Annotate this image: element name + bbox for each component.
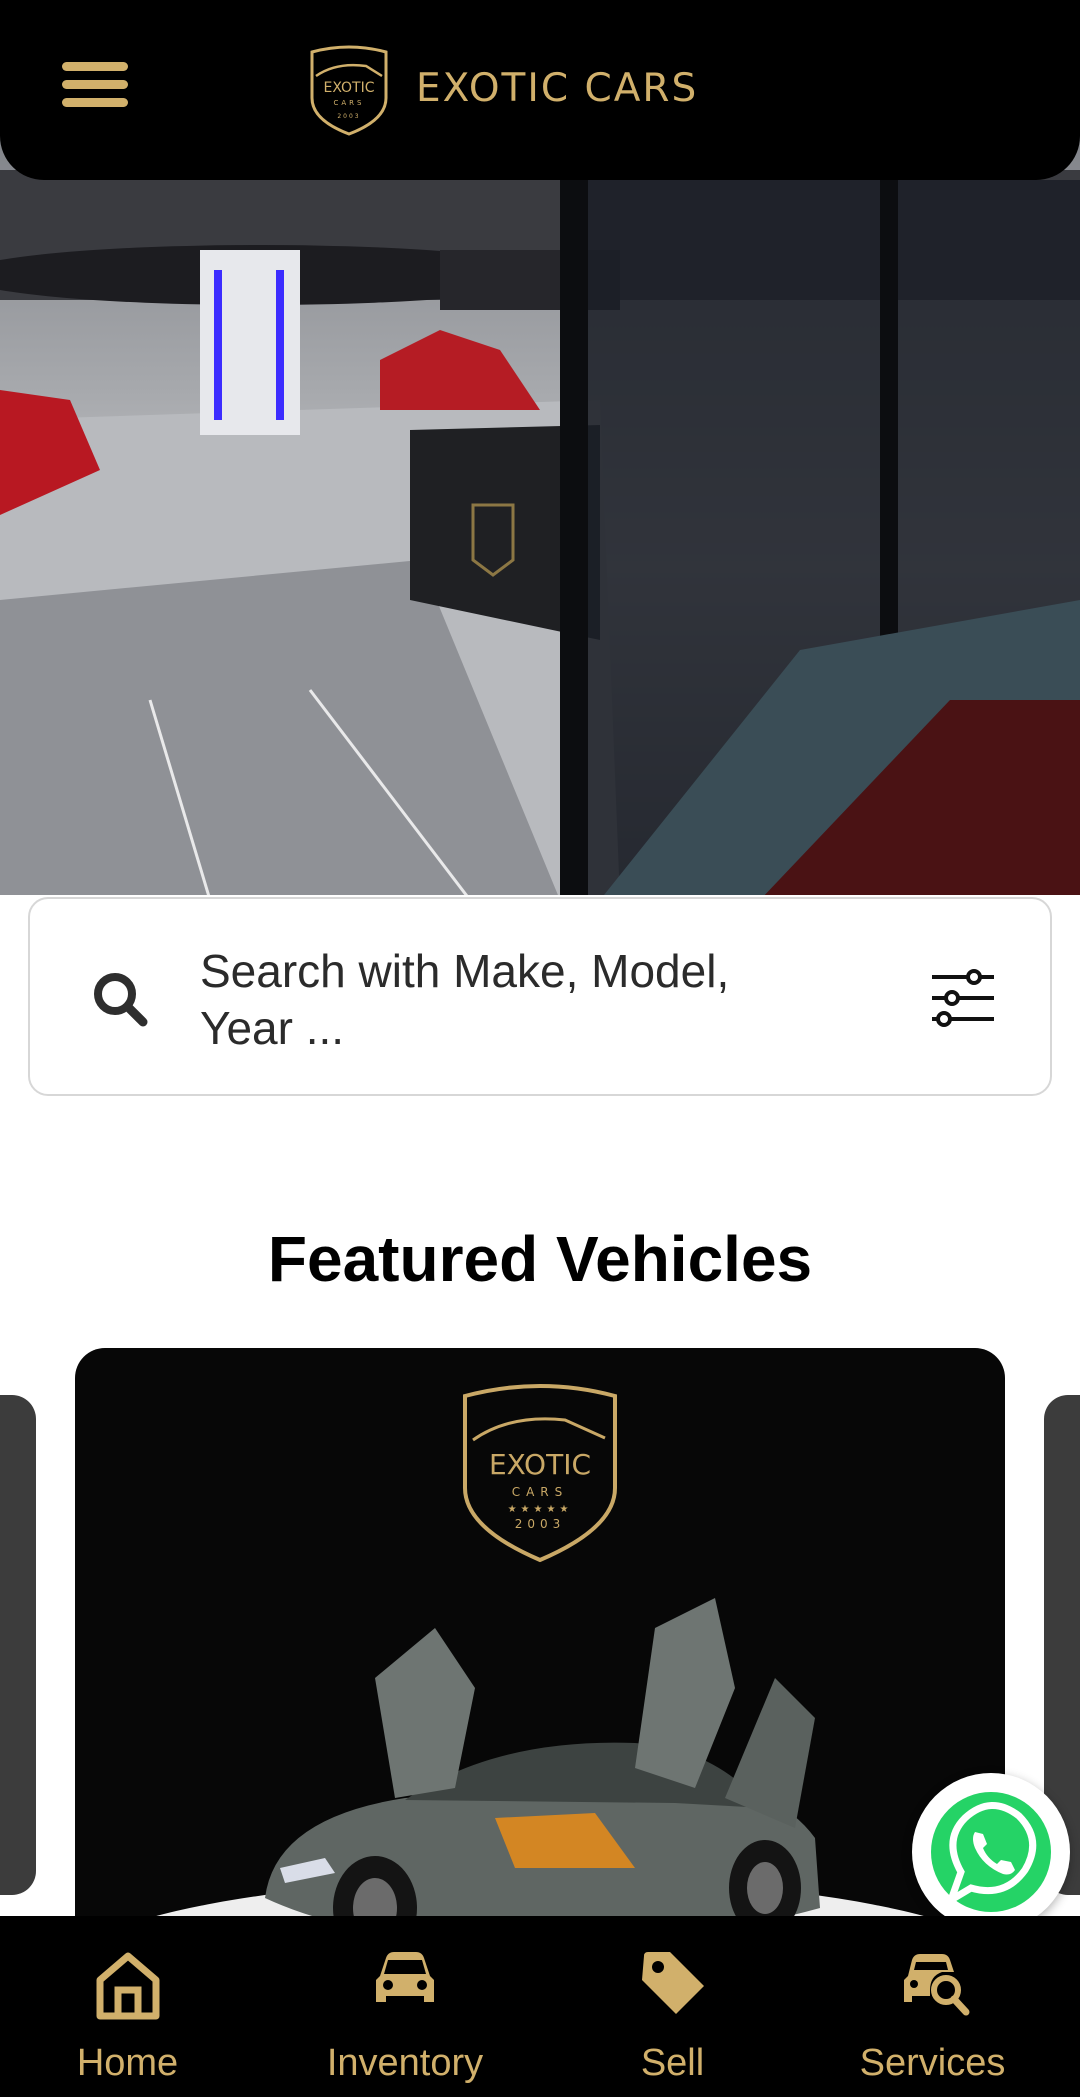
top-app-bar: EXOTIC CARS 2003 EXOTIC CARS bbox=[0, 0, 1080, 180]
svg-text:CARS: CARS bbox=[334, 99, 365, 107]
search-icon bbox=[94, 973, 148, 1027]
tag-icon bbox=[642, 1952, 704, 2014]
nav-home-label: Home bbox=[76, 2042, 179, 2084]
search-input[interactable]: Search with Make, Model, Year ... bbox=[200, 943, 800, 1057]
nav-sell[interactable]: Sell bbox=[590, 1916, 755, 2097]
whatsapp-chat-button[interactable] bbox=[912, 1773, 1070, 1931]
featured-vehicle-card[interactable]: EXOTIC CARS ★★★★★ 2003 bbox=[75, 1348, 1005, 1948]
featured-vehicles-heading: Featured Vehicles bbox=[267, 1223, 813, 1295]
svg-text:2003: 2003 bbox=[337, 113, 360, 120]
home-icon bbox=[96, 1952, 160, 2020]
svg-text:CARS: CARS bbox=[512, 1485, 569, 1499]
card-brand-logo: EXOTIC CARS ★★★★★ 2003 bbox=[463, 1384, 617, 1563]
nav-inventory-label: Inventory bbox=[326, 2042, 484, 2084]
search-bar[interactable]: Search with Make, Model, Year ... bbox=[28, 897, 1052, 1096]
nav-services-label: Services bbox=[859, 2042, 1006, 2084]
filter-sliders-icon[interactable] bbox=[930, 965, 996, 1031]
svg-text:EXOTIC: EXOTIC bbox=[323, 80, 374, 96]
car-search-icon bbox=[904, 1954, 970, 2016]
svg-text:EXOTIC: EXOTIC bbox=[489, 1448, 591, 1481]
svg-text:★★★★★: ★★★★★ bbox=[508, 1504, 573, 1515]
carousel-prev-card[interactable] bbox=[0, 1395, 36, 1895]
nav-home[interactable]: Home bbox=[40, 1916, 215, 2097]
whatsapp-icon bbox=[931, 1792, 1051, 1912]
svg-text:2003: 2003 bbox=[515, 1517, 566, 1531]
car-icon bbox=[376, 1952, 434, 2002]
bottom-navigation: Home Inventory Sell Services bbox=[0, 1916, 1080, 2097]
nav-sell-label: Sell bbox=[640, 2042, 705, 2084]
nav-inventory[interactable]: Inventory bbox=[310, 1916, 500, 2097]
brand-logo[interactable]: EXOTIC CARS 2003 bbox=[306, 42, 392, 138]
hamburger-menu-icon[interactable] bbox=[62, 62, 128, 112]
brand-title: EXOTIC CARS bbox=[416, 66, 699, 111]
supercar-image bbox=[81, 1598, 999, 1948]
nav-services[interactable]: Services bbox=[840, 1916, 1025, 2097]
